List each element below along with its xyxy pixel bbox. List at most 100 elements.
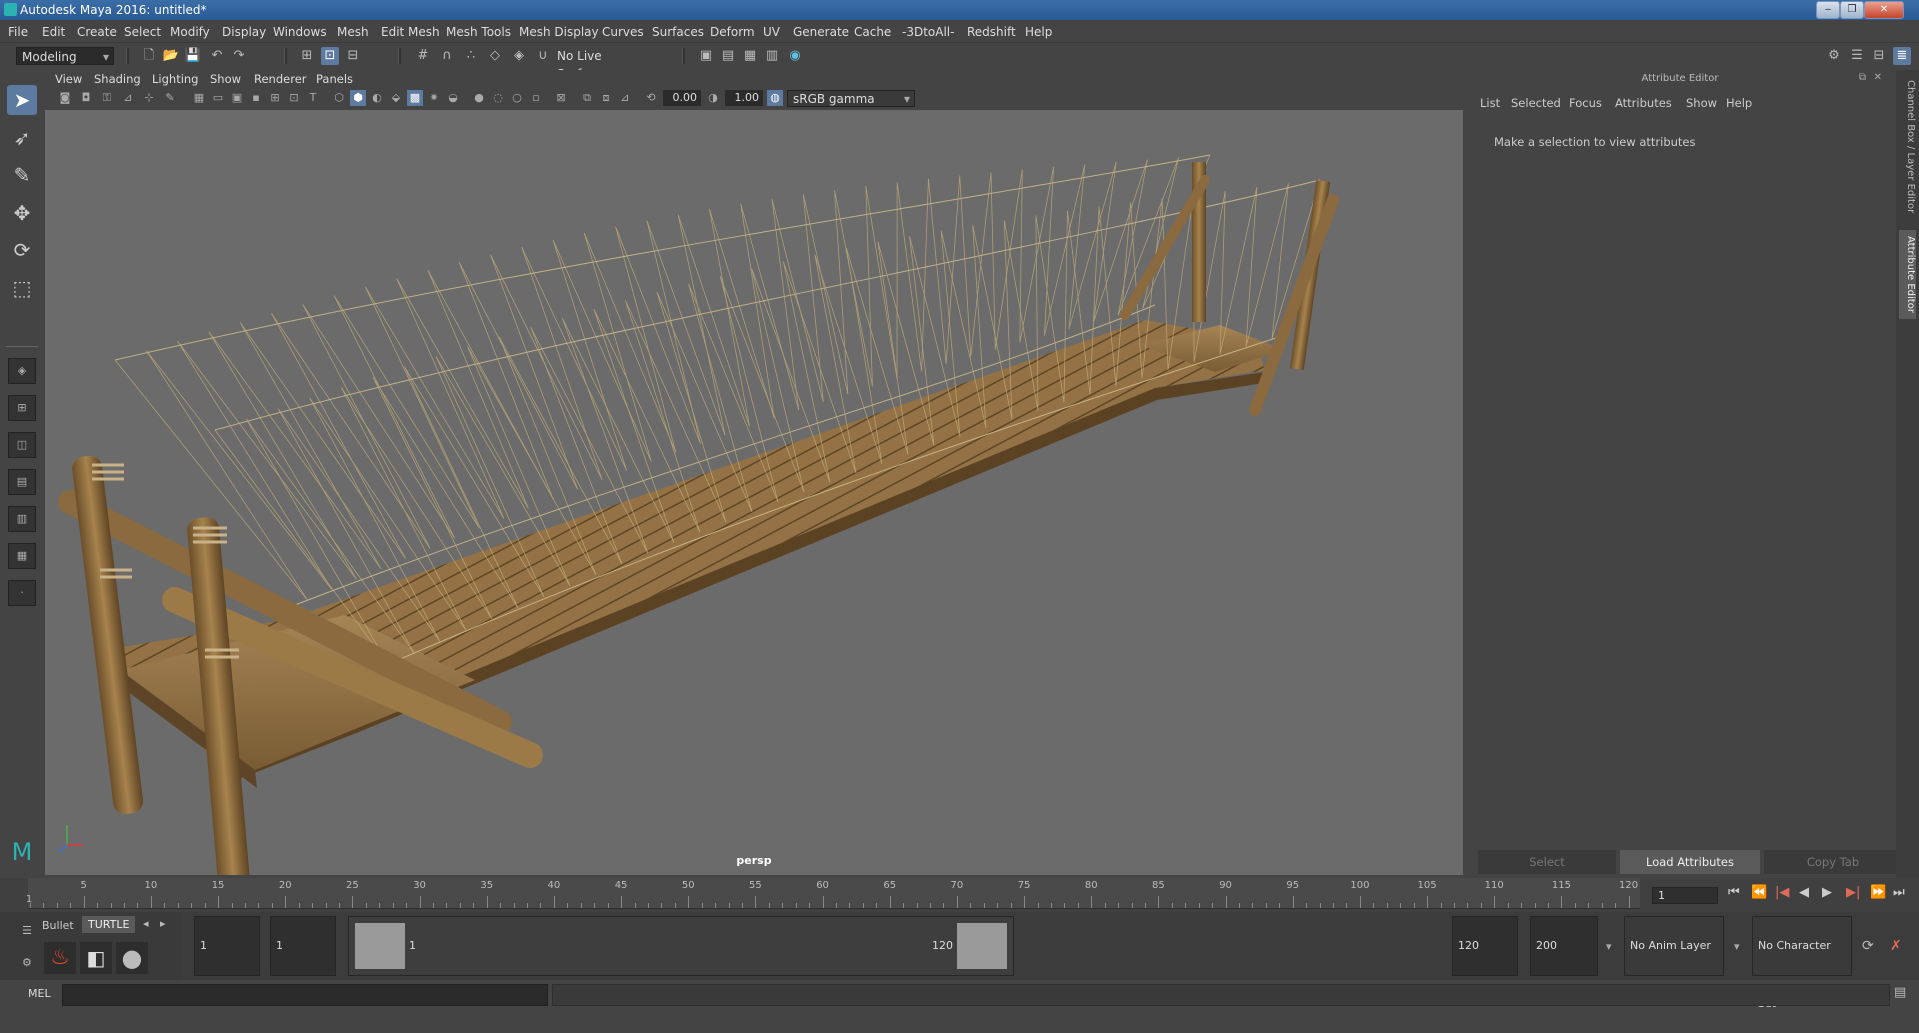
render-view-icon[interactable]: ▣ (697, 47, 715, 65)
maximize-button[interactable]: ❐ (1840, 1, 1864, 19)
redo-icon[interactable]: ↷ (230, 47, 248, 65)
load-attributes-button[interactable]: Load Attributes (1620, 850, 1760, 874)
four-view-layout-icon[interactable]: ⊞ (8, 395, 36, 421)
render-settings-icon[interactable]: ▥ (763, 47, 781, 65)
attr-menu-list[interactable]: List (1480, 96, 1500, 110)
camera-attributes-icon[interactable]: ◙ (57, 90, 73, 106)
resolution-gate-icon[interactable]: ▣ (229, 90, 245, 106)
step-back-key-icon[interactable]: ⏪ (1751, 885, 1767, 900)
view-transform-dropdown[interactable]: sRGB gamma ▾ (787, 90, 915, 107)
play-forwards-icon[interactable]: ▶ (1822, 885, 1832, 900)
character-set-field[interactable]: No Character Set (1752, 916, 1852, 1010)
multisample-aa-icon[interactable]: ○ (509, 90, 525, 106)
snap-grid-icon[interactable]: # (414, 47, 432, 65)
channel-box-toggle-icon[interactable]: ≣ (1893, 47, 1911, 65)
menu-mesh-display[interactable]: Mesh Display (519, 25, 599, 39)
snap-curve-icon[interactable]: ∩ (438, 47, 456, 65)
copy-tab-button[interactable]: Copy Tab (1764, 850, 1902, 874)
menu-edit[interactable]: Edit (42, 25, 65, 39)
select-button[interactable]: Select (1478, 850, 1616, 874)
auto-key-icon[interactable]: ⟳ (1862, 938, 1874, 954)
viewport-menu-show[interactable]: Show (210, 72, 241, 86)
paint-select-tool-icon[interactable]: ✎ (7, 160, 37, 190)
tab-channel-box[interactable]: Channel Box / Layer Editor (1899, 80, 1916, 213)
shadows-icon[interactable]: ◒ (445, 90, 461, 106)
shelf-tab-turtle[interactable]: TURTLE (82, 916, 136, 933)
textured-icon[interactable]: ▩ (407, 90, 423, 106)
float-panel-icon[interactable]: ⧉ (1859, 72, 1866, 83)
menu-curves[interactable]: Curves (602, 25, 644, 39)
range-slider-start-handle[interactable] (355, 923, 405, 969)
gamma-field[interactable]: 1.00 (725, 90, 763, 106)
depth-of-field-icon[interactable]: ▫ (528, 90, 544, 106)
viewport-menu-shading[interactable]: Shading (94, 72, 141, 86)
playback-start-field[interactable]: 1 (270, 916, 336, 976)
isolate-select-icon[interactable]: ⊠ (553, 90, 569, 106)
open-scene-icon[interactable]: 📂 (162, 47, 180, 65)
grid-icon[interactable]: ▦ (191, 90, 207, 106)
snap-point-icon[interactable]: ∴ (462, 47, 480, 65)
menu-3dtoall[interactable]: -3DtoAll- (902, 25, 954, 39)
attribute-editor-toggle-icon[interactable]: ☰ (1848, 47, 1866, 65)
fire-shelf-icon[interactable]: ♨ (44, 942, 76, 974)
film-gate-icon[interactable]: ▭ (210, 90, 226, 106)
step-forward-key-icon[interactable]: ⏩ (1870, 885, 1886, 900)
undo-icon[interactable]: ↶ (208, 47, 226, 65)
script-editor-icon[interactable]: ▤ (1894, 985, 1906, 1000)
shelf-tab-prev-icon[interactable]: ◂ (143, 917, 149, 930)
viewport-menu-panels[interactable]: Panels (316, 72, 353, 86)
exposure-icon[interactable]: ⟲ (643, 90, 659, 106)
single-view-layout-icon[interactable]: ◈ (8, 358, 36, 384)
new-scene-icon[interactable]: 🗋 (140, 47, 158, 65)
custom-layout-icon[interactable]: · (8, 580, 36, 606)
shelf-menu-icon[interactable]: ☰ (22, 924, 32, 937)
rotate-tool-icon[interactable]: ⟳ (7, 235, 37, 265)
menu-generate[interactable]: Generate (793, 25, 849, 39)
magnet-icon[interactable]: ∪ (534, 47, 552, 65)
outliner-layout-icon[interactable]: ▤ (8, 469, 36, 495)
grease-pencil-icon[interactable]: ✎ (162, 90, 178, 106)
sphere-shelf-icon[interactable]: ● (116, 942, 148, 974)
hypershade-icon[interactable]: ◉ (786, 47, 804, 65)
lasso-tool-icon[interactable]: ➶ (7, 123, 37, 153)
select-tool-icon[interactable]: ➤ (7, 85, 37, 115)
menu-modify[interactable]: Modify (170, 25, 210, 39)
menu-windows[interactable]: Windows (273, 25, 327, 39)
exposure-field[interactable]: 0.00 (663, 90, 701, 106)
mode-dropdown[interactable]: Modeling ▾ (16, 47, 114, 65)
menu-mesh-tools[interactable]: Mesh Tools (446, 25, 511, 39)
go-to-end-icon[interactable]: ⏭ (1893, 885, 1905, 900)
menu-edit-mesh[interactable]: Edit Mesh (381, 25, 440, 39)
minimize-button[interactable]: ‒ (1816, 1, 1840, 19)
viewport-menu-view[interactable]: View (55, 72, 82, 86)
chevron-down-icon[interactable]: ▾ (1734, 940, 1740, 953)
wireframe-on-shaded-icon[interactable]: ⬙ (388, 90, 404, 106)
gamma-icon[interactable]: ◑ (705, 90, 721, 106)
time-slider[interactable]: 5 10 15 20 25 30 35 40 45 50 55 60 65 70 75 80 85 90 95 100… (0, 878, 1919, 912)
time-ruler[interactable]: 5 10 15 20 25 30 35 40 45 50 55 60 65 70 75 80 85 90 95 100… (26, 878, 1640, 909)
end-time-field[interactable]: 200 (1530, 916, 1598, 976)
2d-pan-zoom-icon[interactable]: ⊹ (141, 90, 157, 106)
select-component-icon[interactable]: ⊟ (344, 47, 362, 65)
current-frame-field[interactable]: 1 (1652, 887, 1718, 904)
menu-redshift[interactable]: Redshift (967, 25, 1016, 39)
menu-select[interactable]: Select (124, 25, 161, 39)
menu-file[interactable]: File (8, 25, 28, 39)
graph-layout-icon[interactable]: ▥ (8, 506, 36, 532)
select-hierarchy-icon[interactable]: ⊞ (298, 47, 316, 65)
command-language-label[interactable]: MEL (28, 987, 51, 1000)
menu-cache[interactable]: Cache (854, 25, 891, 39)
render-shelf-icon[interactable]: ◧ (80, 942, 112, 974)
menu-display[interactable]: Display (222, 25, 266, 39)
motion-blur-icon[interactable]: ◌ (490, 90, 506, 106)
save-scene-icon[interactable]: 💾 (184, 47, 202, 65)
step-forward-frame-icon[interactable]: ▶| (1846, 885, 1860, 900)
start-time-field[interactable]: 1 (194, 916, 260, 976)
snap-live-icon[interactable]: ◈ (510, 47, 528, 65)
live-surface-field[interactable]: No Live Surface (552, 47, 648, 81)
preferences-icon[interactable]: ✗ (1890, 938, 1902, 954)
ipr-render-icon[interactable]: ▦ (741, 47, 759, 65)
range-slider[interactable]: 1 120 (348, 916, 1014, 976)
go-to-start-icon[interactable]: ⏮ (1728, 885, 1740, 900)
select-object-icon[interactable]: ⊡ (321, 47, 339, 65)
